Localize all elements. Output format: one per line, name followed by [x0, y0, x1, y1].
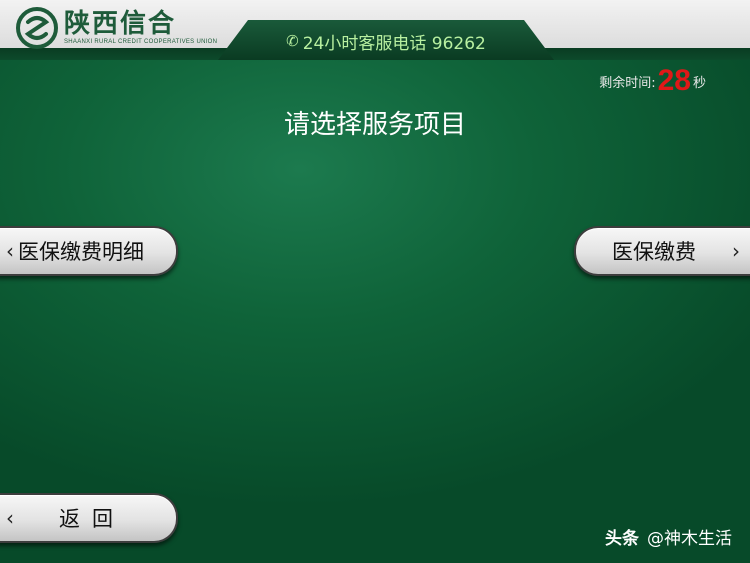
bank-logo-icon — [16, 7, 58, 49]
button-label: 医保缴费 — [612, 240, 696, 264]
watermark: 头条 @神木生活 — [605, 524, 732, 549]
bank-name: 陕西信合 — [64, 9, 177, 39]
medical-insurance-payment-button[interactable]: 医保缴费 › — [574, 226, 750, 276]
page-title: 请选择服务项目 — [283, 110, 466, 140]
button-label: 返回 — [59, 507, 125, 531]
atm-screen: 陕西信合 SHAANXI RURAL CREDIT COOPERATIVES U… — [0, 0, 750, 563]
bank-logo: 陕西信合 SHAANXI RURAL CREDIT COOPERATIVES U… — [16, 6, 236, 50]
chevron-left-icon: ‹ — [6, 506, 14, 530]
timer-unit: 秒 — [692, 75, 706, 91]
hotline-text: 24小时客服电话 96262 — [302, 33, 486, 54]
chevron-left-icon: ‹ — [6, 239, 14, 263]
countdown-timer: 剩余时间: 28 秒 — [599, 66, 706, 96]
watermark-brand: 头条 — [605, 529, 639, 549]
back-button[interactable]: ‹ 返回 — [0, 493, 178, 543]
chevron-right-icon: › — [732, 239, 740, 263]
button-label: 医保缴费明细 — [18, 240, 144, 264]
bank-subtitle: SHAANXI RURAL CREDIT COOPERATIVES UNION — [64, 39, 218, 45]
phone-icon: ✆ — [286, 32, 299, 50]
watermark-handle: @神木生活 — [647, 529, 732, 549]
medical-insurance-detail-button[interactable]: ‹ 医保缴费明细 — [0, 226, 178, 276]
timer-seconds: 28 — [657, 64, 691, 97]
timer-label: 剩余时间: — [599, 75, 656, 91]
service-hotline: ✆ 24小时客服电话 96262 — [218, 26, 554, 56]
